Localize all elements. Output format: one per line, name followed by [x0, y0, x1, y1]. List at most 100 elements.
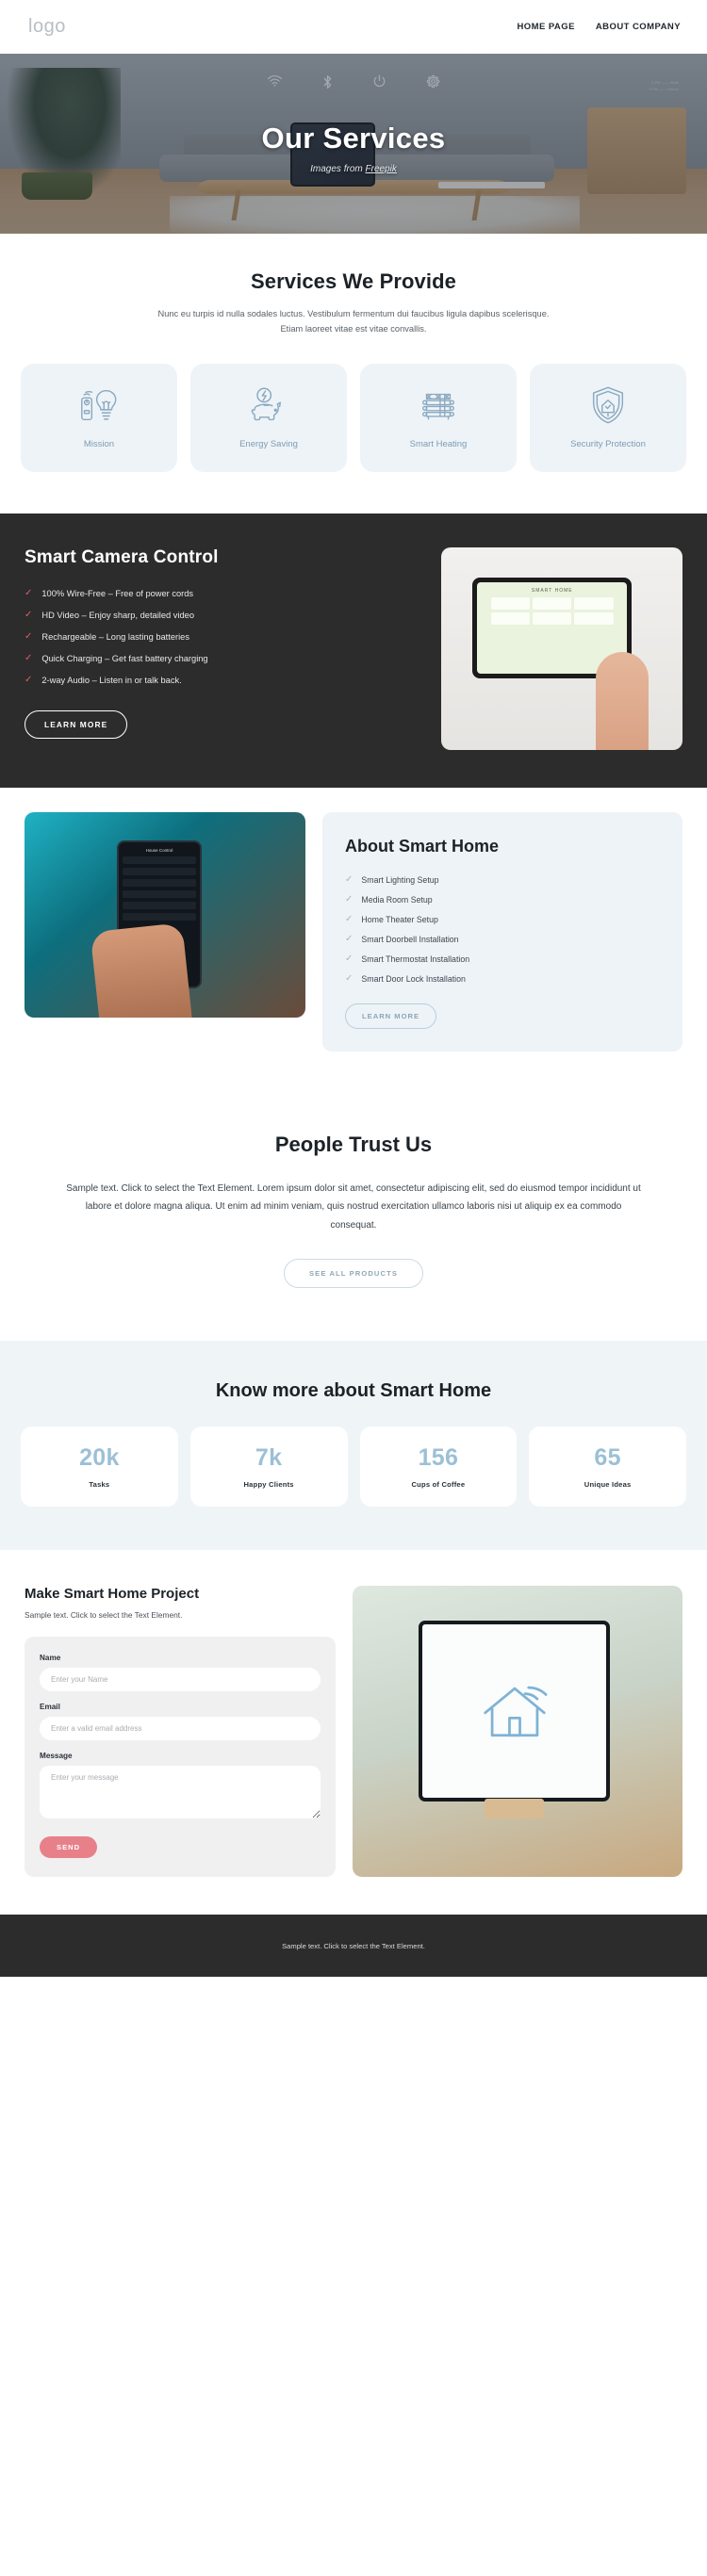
phone-app-title: House Control — [145, 848, 173, 854]
hero-banner: 2 PM —— Work 5 PM —— Dinner Our Services… — [0, 54, 707, 234]
freepik-link[interactable]: Freepik — [366, 164, 397, 174]
feature-text: 100% Wire-Free – Free of power cords — [41, 588, 194, 598]
stat-card-tasks: 20k Tasks — [21, 1427, 178, 1508]
list-item: ✓ Rechargeable – Long lasting batteries — [25, 631, 420, 642]
feature-text: Rechargeable – Long lasting batteries — [41, 631, 189, 642]
stat-label: Unique Ideas — [584, 1480, 632, 1490]
list-item: ✓ HD Video – Enjoy sharp, detailed video — [25, 609, 420, 620]
radiator-icon — [417, 383, 460, 427]
check-icon: ✓ — [25, 652, 33, 663]
about-learn-more-button[interactable]: LEARN MORE — [345, 1003, 437, 1029]
camera-feature-list: ✓ 100% Wire-Free – Free of power cords ✓ H… — [25, 588, 420, 685]
smart-home-wifi-icon — [483, 1686, 547, 1737]
service-card-energy-saving[interactable]: Energy Saving — [190, 363, 347, 472]
stat-value: 7k — [255, 1444, 283, 1472]
message-field[interactable] — [40, 1766, 321, 1819]
trust-text: Sample text. Click to select the Text El… — [66, 1182, 641, 1231]
about-item-text: Smart Lighting Setup — [361, 874, 439, 885]
main-nav: HOME PAGE ABOUT COMPANY — [517, 22, 681, 32]
make-smart-home-project-section: Make Smart Home Project Sample text. Cli… — [0, 1550, 707, 1916]
services-section: Services We Provide Nunc eu turpis id nu… — [0, 234, 707, 514]
lightbulb-remote-icon — [77, 383, 121, 427]
services-title: Services We Provide — [251, 269, 456, 293]
project-form-column: Make Smart Home Project Sample text. Cli… — [25, 1586, 336, 1878]
name-field[interactable] — [40, 1668, 321, 1692]
service-card-label: Smart Heating — [409, 439, 468, 450]
services-subtitle: Nunc eu turpis id nulla sodales luctus. … — [157, 309, 550, 334]
logo[interactable]: logo — [28, 16, 66, 38]
list-item: ✓ Media Room Setup — [345, 893, 660, 905]
stat-value: 65 — [594, 1444, 621, 1472]
nav-link-home-page[interactable]: HOME PAGE — [517, 22, 574, 32]
contact-form: Name Email Message SEND — [25, 1637, 336, 1878]
stat-label: Cups of Coffee — [411, 1480, 466, 1490]
camera-photo: SMART HOME — [441, 546, 682, 750]
send-button[interactable]: SEND — [40, 1836, 98, 1859]
about-item-text: Smart Doorbell Installation — [361, 934, 459, 944]
hero-content: Our Services Images from Freepik — [0, 54, 707, 234]
check-icon: ✓ — [345, 873, 354, 885]
project-photo — [353, 1586, 682, 1878]
stats-grid: 20k Tasks 7k Happy Clients 156 Cups of C… — [0, 1427, 707, 1508]
page-title: Our Services — [261, 121, 446, 155]
service-card-mission[interactable]: Mission — [21, 363, 177, 472]
hand-pointing — [595, 652, 649, 750]
camera-text-column: Smart Camera Control ✓ 100% Wire-Free – F… — [25, 547, 420, 739]
list-item: ✓ Smart Doorbell Installation — [345, 933, 660, 944]
about-item-text: Media Room Setup — [361, 894, 433, 905]
stat-card-cups-of-coffee: 156 Cups of Coffee — [359, 1427, 518, 1508]
check-icon: ✓ — [25, 609, 33, 620]
feature-text: Quick Charging – Get fast battery chargi… — [41, 653, 208, 663]
about-text-panel: About Smart Home ✓ Smart Lighting Setup ✓… — [322, 811, 682, 1052]
nav-link-about-company[interactable]: ABOUT COMPANY — [596, 22, 681, 32]
list-item: ✓ Smart Lighting Setup — [345, 873, 660, 885]
list-item: ✓ Home Theater Setup — [345, 913, 660, 924]
stat-card-unique-ideas: 65 Unique Ideas — [529, 1427, 686, 1508]
people-trust-us-section: People Trust Us Sample text. Click to se… — [0, 1083, 707, 1342]
smart-camera-control-section: Smart Camera Control ✓ 100% Wire-Free – F… — [0, 513, 707, 788]
about-item-text: Smart Door Lock Installation — [361, 973, 466, 984]
shield-home-icon — [586, 383, 630, 427]
list-item: ✓ 100% Wire-Free – Free of power cords — [25, 588, 420, 598]
about-smart-home-section: House Control About Smart Home ✓ Smart Li… — [0, 787, 707, 1084]
stats-title: Know more about Smart Home — [215, 1380, 492, 1402]
panel-icon-grid — [490, 596, 614, 625]
about-title: About Smart Home — [345, 836, 500, 856]
service-card-smart-heating[interactable]: Smart Heating — [360, 363, 517, 472]
see-all-products-button[interactable]: SEE ALL PRODUCTS — [284, 1259, 423, 1289]
service-card-label: Energy Saving — [239, 439, 298, 450]
site-footer: Sample text. Click to select the Text El… — [0, 1915, 707, 1978]
footer-text: Sample text. Click to select the Text El… — [282, 1941, 425, 1950]
check-icon: ✓ — [345, 893, 354, 905]
about-item-text: Home Theater Setup — [361, 914, 438, 924]
about-photo: House Control — [25, 811, 305, 1018]
feature-text: HD Video – Enjoy sharp, detailed video — [41, 610, 194, 620]
camera-title: Smart Camera Control — [25, 546, 219, 567]
camera-learn-more-button[interactable]: LEARN MORE — [25, 709, 128, 739]
project-subtitle: Sample text. Click to select the Text El… — [25, 1610, 183, 1621]
stat-card-happy-clients: 7k Happy Clients — [189, 1427, 348, 1508]
check-icon: ✓ — [25, 674, 33, 685]
service-card-label: Mission — [83, 439, 115, 450]
check-icon: ✓ — [345, 913, 354, 924]
service-card-label: Security Protection — [570, 439, 646, 450]
stat-label: Tasks — [89, 1480, 110, 1490]
project-title: Make Smart Home Project — [25, 1586, 200, 1603]
email-field[interactable] — [40, 1717, 321, 1741]
piggy-bank-icon — [247, 383, 290, 427]
stat-value: 156 — [418, 1444, 459, 1472]
check-icon: ✓ — [345, 953, 354, 964]
check-icon: ✓ — [345, 972, 354, 984]
hand-holding-phone — [90, 921, 193, 1018]
message-label: Message — [40, 1752, 73, 1761]
check-icon: ✓ — [345, 933, 354, 944]
name-label: Name — [40, 1654, 61, 1663]
stat-label: Happy Clients — [243, 1480, 294, 1490]
trust-title: People Trust Us — [274, 1132, 433, 1156]
service-card-security-protection[interactable]: Security Protection — [530, 363, 686, 472]
list-item: ✓ 2-way Audio – Listen in or talk back. — [25, 674, 420, 685]
panel-screen-title: SMART HOME — [531, 587, 573, 594]
about-item-text: Smart Thermostat Installation — [361, 954, 470, 964]
tablet-stand — [485, 1798, 544, 1819]
list-item: ✓ Quick Charging – Get fast battery charg… — [25, 652, 420, 663]
